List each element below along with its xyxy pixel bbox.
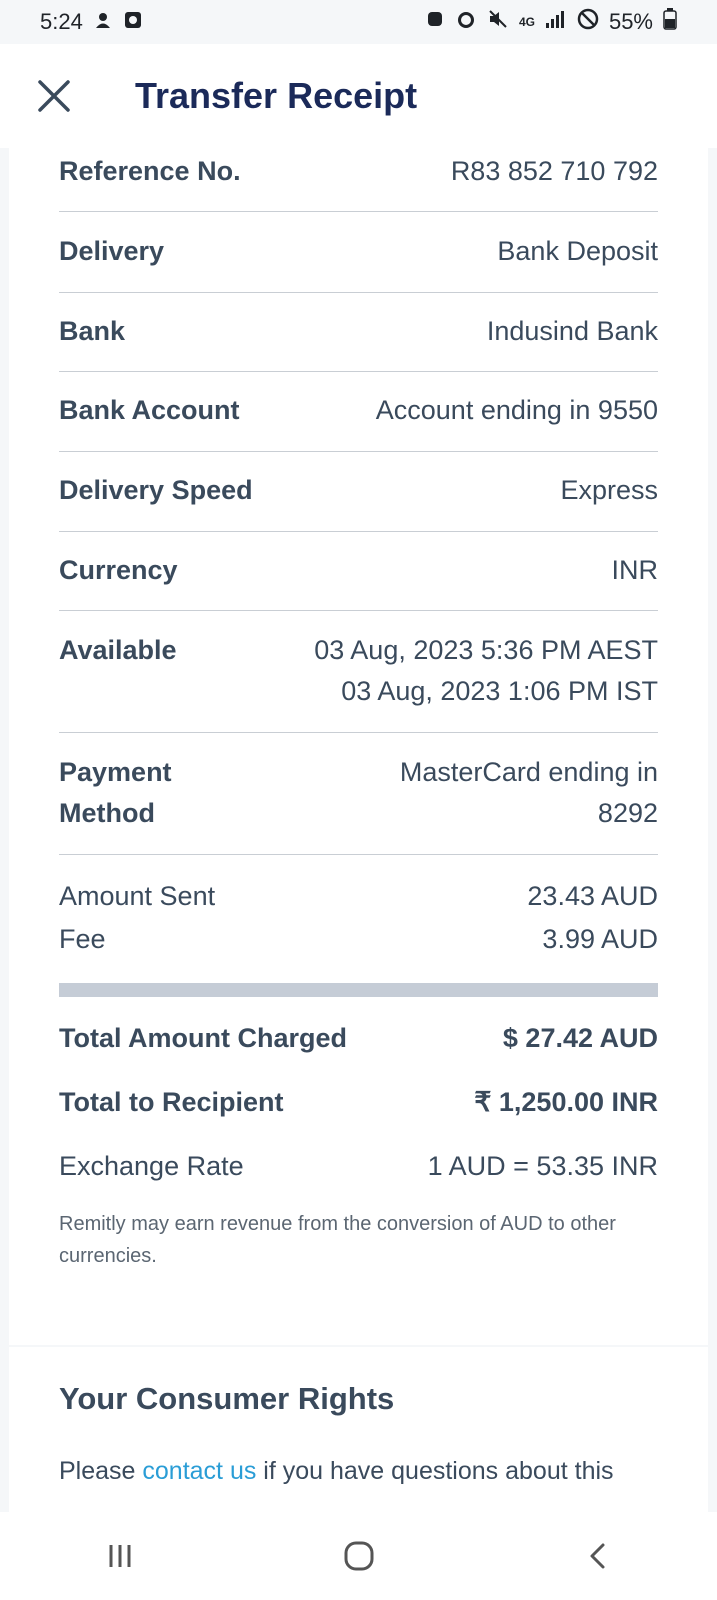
detail-label: Available <box>59 635 177 665</box>
back-button[interactable] <box>568 1526 628 1586</box>
divider <box>59 451 658 452</box>
close-button[interactable] <box>36 78 72 114</box>
recent-apps-button[interactable] <box>90 1526 150 1586</box>
page-title: Transfer Receipt <box>135 75 418 116</box>
divider <box>59 531 658 532</box>
total-charged-row: Total Amount Charged $ 27.42 AUD <box>59 1018 658 1059</box>
status-right: 4G 55% <box>425 8 677 36</box>
fee-value: 3.99 AUD <box>542 924 658 954</box>
contact-us-link[interactable]: contact us <box>142 1457 256 1485</box>
value-line: MasterCard ending in <box>399 757 658 787</box>
detail-row-available: Available 03 Aug, 2023 5:36 PM AEST 03 A… <box>59 630 658 712</box>
notification-icon <box>93 10 113 35</box>
divider <box>59 854 658 855</box>
detail-label: Bank Account <box>59 395 240 425</box>
fee-label: Fee <box>59 924 106 954</box>
rights-text-before: Please <box>59 1457 143 1485</box>
battery-icon <box>663 8 677 36</box>
amount-sent-row: Amount Sent 23.43 AUD <box>59 876 658 917</box>
receipt-card: Reference No. R83 852 710 792 Delivery B… <box>9 148 708 1345</box>
exchange-rate-label: Exchange Rate <box>59 1151 244 1181</box>
total-recipient-label: Total to Recipient <box>59 1087 284 1117</box>
battery-percent: 55% <box>608 9 653 34</box>
mute-icon <box>487 8 509 36</box>
detail-label: Payment Method <box>59 752 172 834</box>
value-line: 8292 <box>597 798 658 828</box>
conversion-note: Remitly may earn revenue from the conver… <box>59 1213 616 1267</box>
close-icon <box>38 80 70 112</box>
amount-sent-value: 23.43 AUD <box>527 881 658 911</box>
home-button[interactable] <box>329 1526 389 1586</box>
detail-value: MasterCard ending in 8292 <box>400 752 658 834</box>
detail-value: Indusind Bank <box>486 316 658 346</box>
signal-icon <box>545 9 567 35</box>
total-charged-value: $ 27.42 AUD <box>502 1023 658 1053</box>
amount-sent-label: Amount Sent <box>59 881 216 911</box>
detail-label: Delivery <box>59 236 165 266</box>
consumer-rights-text: Please contact us if you have questions … <box>59 1457 614 1486</box>
status-left: 5:24 <box>40 9 143 35</box>
recycle-icon <box>425 9 445 35</box>
app-header: Transfer Receipt <box>0 44 717 148</box>
detail-value: 03 Aug, 2023 5:36 PM AEST 03 Aug, 2023 1… <box>314 630 658 712</box>
label-line: Payment <box>59 757 172 787</box>
detail-value: Account ending in 9550 <box>375 395 658 425</box>
detail-row-payment-method: Payment Method MasterCard ending in 8292 <box>59 752 658 834</box>
detail-row-delivery: Delivery Bank Deposit <box>59 231 658 272</box>
detail-value: Bank Deposit <box>497 236 658 266</box>
detail-value: INR <box>611 555 659 585</box>
detail-label: Bank <box>59 316 126 346</box>
available-ist: 03 Aug, 2023 1:06 PM IST <box>341 676 658 706</box>
total-recipient-value: ₹ 1,250.00 INR <box>474 1087 658 1117</box>
detail-row-bank: Bank Indusind Bank <box>59 311 658 352</box>
detail-value: Express <box>560 475 658 505</box>
back-icon <box>590 1543 604 1569</box>
fee-row: Fee 3.99 AUD <box>59 919 658 960</box>
detail-row-reference: Reference No. R83 852 710 792 <box>59 151 658 192</box>
available-aest: 03 Aug, 2023 5:36 PM AEST <box>314 635 658 665</box>
recent-apps-icon <box>109 1545 130 1567</box>
divider <box>59 211 658 212</box>
home-icon <box>344 1541 373 1571</box>
rights-text-after: if you have questions about this <box>256 1457 614 1485</box>
total-separator <box>59 983 658 997</box>
navigation-bar <box>0 1512 717 1600</box>
divider <box>59 292 658 293</box>
detail-row-bank-account: Bank Account Account ending in 9550 <box>59 390 658 431</box>
divider <box>59 371 658 372</box>
do-not-disturb-icon <box>577 8 599 36</box>
exchange-rate-row: Exchange Rate 1 AUD = 53.35 INR <box>59 1146 658 1187</box>
divider <box>59 610 658 611</box>
consumer-rights-card: Your Consumer Rights Please contact us i… <box>9 1347 708 1512</box>
label-line: Method <box>59 798 155 828</box>
detail-row-delivery-speed: Delivery Speed Express <box>59 470 658 511</box>
detail-label: Currency <box>59 555 178 585</box>
detail-row-currency: Currency INR <box>59 550 658 591</box>
alarm-icon <box>455 8 477 36</box>
divider <box>59 732 658 733</box>
status-time: 5:24 <box>40 9 83 34</box>
total-charged-label: Total Amount Charged <box>59 1023 347 1053</box>
detail-label: Reference No. <box>59 156 241 186</box>
total-recipient-row: Total to Recipient ₹ 1,250.00 INR <box>59 1082 658 1123</box>
status-bar: 5:24 4G 55% <box>0 0 717 44</box>
detail-value: R83 852 710 792 <box>450 156 658 186</box>
consumer-rights-title: Your Consumer Rights <box>59 1381 395 1416</box>
detail-label: Delivery Speed <box>59 475 253 505</box>
exchange-rate-value: 1 AUD = 53.35 INR <box>427 1151 658 1181</box>
network-label: 4G <box>518 15 535 29</box>
screenshot-icon <box>123 10 143 35</box>
